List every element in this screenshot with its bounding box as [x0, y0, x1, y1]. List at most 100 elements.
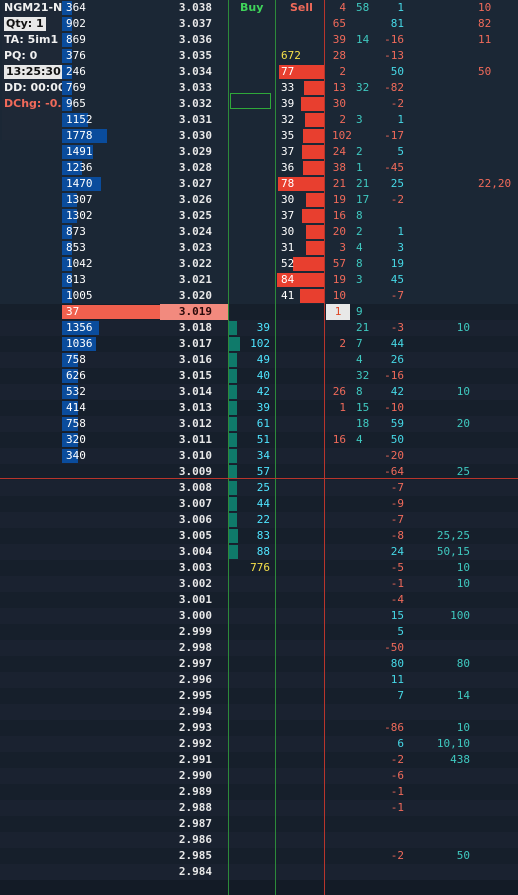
- buy-cell[interactable]: [240, 816, 270, 832]
- ladder-row[interactable]: 1470 3.027 78 21 21 25 22,20: [0, 176, 518, 192]
- sell-cell[interactable]: 37: [281, 208, 294, 224]
- bid-size[interactable]: 1302: [66, 208, 93, 224]
- ladder-row[interactable]: 2.986: [0, 832, 518, 848]
- ladder-row[interactable]: 1491 3.029 37 24 2 5: [0, 144, 518, 160]
- buy-cell[interactable]: [240, 304, 270, 320]
- buy-cell[interactable]: [240, 608, 270, 624]
- ladder-row[interactable]: 532 3.014 42 26 8 42 10: [0, 384, 518, 400]
- bid-size[interactable]: 769: [66, 80, 86, 96]
- buy-cell[interactable]: [240, 704, 270, 720]
- sell-cell[interactable]: 32: [281, 112, 294, 128]
- bid-size[interactable]: 320: [66, 432, 86, 448]
- ladder-row[interactable]: 2.987: [0, 816, 518, 832]
- bid-size[interactable]: 37: [66, 304, 79, 320]
- sell-cell[interactable]: 39: [281, 96, 294, 112]
- ladder-row[interactable]: 1036 3.017 102 2 7 44: [0, 336, 518, 352]
- ladder-row[interactable]: 3.007 44 -9: [0, 496, 518, 512]
- ladder-row[interactable]: 3.002 -1 10: [0, 576, 518, 592]
- ladder-row[interactable]: 853 3.023 31 3 4 3: [0, 240, 518, 256]
- ladder-row[interactable]: 2.985 -2 50: [0, 848, 518, 864]
- ladder-row[interactable]: 3.003 776 -5 10: [0, 560, 518, 576]
- buy-cell[interactable]: [240, 224, 270, 240]
- ladder-row[interactable]: 873 3.024 30 20 2 1: [0, 224, 518, 240]
- bid-size[interactable]: 758: [66, 352, 86, 368]
- bid-size[interactable]: 246: [66, 64, 86, 80]
- buy-cell[interactable]: 776: [240, 560, 270, 576]
- bid-size[interactable]: 853: [66, 240, 86, 256]
- buy-cell[interactable]: [240, 48, 270, 64]
- sell-cell[interactable]: 78: [281, 176, 294, 192]
- bid-size[interactable]: 376: [66, 48, 86, 64]
- buy-cell[interactable]: [240, 656, 270, 672]
- sell-cell[interactable]: 41: [281, 288, 294, 304]
- ladder-row[interactable]: 2.993 -86 10: [0, 720, 518, 736]
- buy-cell[interactable]: [240, 784, 270, 800]
- buy-cell[interactable]: [240, 832, 270, 848]
- sell-cell[interactable]: 36: [281, 160, 294, 176]
- bid-size[interactable]: 1778: [66, 128, 93, 144]
- sell-cell[interactable]: 37: [281, 144, 294, 160]
- ladder-row[interactable]: 626 3.015 40 32 -16: [0, 368, 518, 384]
- ladder-row[interactable]: 3.004 88 24 50,15: [0, 544, 518, 560]
- bid-size[interactable]: 340: [66, 448, 86, 464]
- bid-size[interactable]: 813: [66, 272, 86, 288]
- ladder-row[interactable]: 1778 3.030 35 102 -17: [0, 128, 518, 144]
- bid-size[interactable]: 1470: [66, 176, 93, 192]
- bid-size[interactable]: 902: [66, 16, 86, 32]
- ladder-row[interactable]: 2.995 7 14: [0, 688, 518, 704]
- ladder-row[interactable]: 1152 3.031 32 2 3 1: [0, 112, 518, 128]
- sell-cell[interactable]: 672: [281, 48, 301, 64]
- buy-cell[interactable]: 42: [240, 384, 270, 400]
- ladder-row[interactable]: 3.008 25 -7: [0, 480, 518, 496]
- buy-cell[interactable]: 102: [240, 336, 270, 352]
- sell-cell[interactable]: 31: [281, 240, 294, 256]
- ladder-row[interactable]: 2.994: [0, 704, 518, 720]
- ladder-row[interactable]: 2.996 11: [0, 672, 518, 688]
- buy-cell[interactable]: [240, 800, 270, 816]
- ladder-row[interactable]: 3.000 15 100: [0, 608, 518, 624]
- ladder-row[interactable]: 3.001 -4: [0, 592, 518, 608]
- buy-cell[interactable]: 40: [240, 368, 270, 384]
- ladder-row[interactable]: 320 3.011 51 16 4 50: [0, 432, 518, 448]
- buy-cell[interactable]: [240, 272, 270, 288]
- buy-cell[interactable]: [240, 240, 270, 256]
- ladder-row[interactable]: 376 3.035 672 28 -13: [0, 48, 518, 64]
- buy-cell[interactable]: 39: [240, 400, 270, 416]
- buy-cell[interactable]: [240, 64, 270, 80]
- ladder-row[interactable]: 1356 3.018 39 21 -3 10: [0, 320, 518, 336]
- buy-cell[interactable]: [240, 16, 270, 32]
- ladder-row[interactable]: 2.988 -1: [0, 800, 518, 816]
- bid-size[interactable]: 873: [66, 224, 86, 240]
- bid-size[interactable]: 626: [66, 368, 86, 384]
- buy-cell[interactable]: [240, 576, 270, 592]
- buy-cell[interactable]: [240, 288, 270, 304]
- ladder-row[interactable]: 758 3.012 61 18 59 20: [0, 416, 518, 432]
- buy-cell[interactable]: [240, 720, 270, 736]
- sell-cell[interactable]: 84: [281, 272, 294, 288]
- bid-size[interactable]: 758: [66, 416, 86, 432]
- qty-field[interactable]: Qty: 1: [4, 17, 46, 31]
- ladder-row[interactable]: 2.991 -2 438: [0, 752, 518, 768]
- ladder-row[interactable]: 3.006 22 -7: [0, 512, 518, 528]
- ladder-row[interactable]: 3.005 83 -8 25,25: [0, 528, 518, 544]
- qty-row[interactable]: Qty: 1: [2, 16, 62, 32]
- ladder-row[interactable]: 2.989 -1: [0, 784, 518, 800]
- ladder-row[interactable]: 1042 3.022 52 57 8 19: [0, 256, 518, 272]
- ladder-row[interactable]: 2.997 80 80: [0, 656, 518, 672]
- buy-cell[interactable]: [240, 672, 270, 688]
- buy-cell[interactable]: [240, 688, 270, 704]
- bid-size[interactable]: 414: [66, 400, 86, 416]
- buy-cell[interactable]: 22: [240, 512, 270, 528]
- buy-cell[interactable]: [240, 736, 270, 752]
- ladder-row[interactable]: 1302 3.025 37 16 8: [0, 208, 518, 224]
- buy-cell[interactable]: [240, 32, 270, 48]
- ladder-row[interactable]: 2.998 -50: [0, 640, 518, 656]
- bid-size[interactable]: 1042: [66, 256, 93, 272]
- ladder-row[interactable]: 2.992 6 10,10: [0, 736, 518, 752]
- buy-cell[interactable]: [240, 112, 270, 128]
- ladder-row[interactable]: 246 3.034 77 2 50 50: [0, 64, 518, 80]
- buy-cell[interactable]: [240, 640, 270, 656]
- buy-cell[interactable]: [240, 592, 270, 608]
- sell-cell[interactable]: 35: [281, 128, 294, 144]
- buy-cell[interactable]: 34: [240, 448, 270, 464]
